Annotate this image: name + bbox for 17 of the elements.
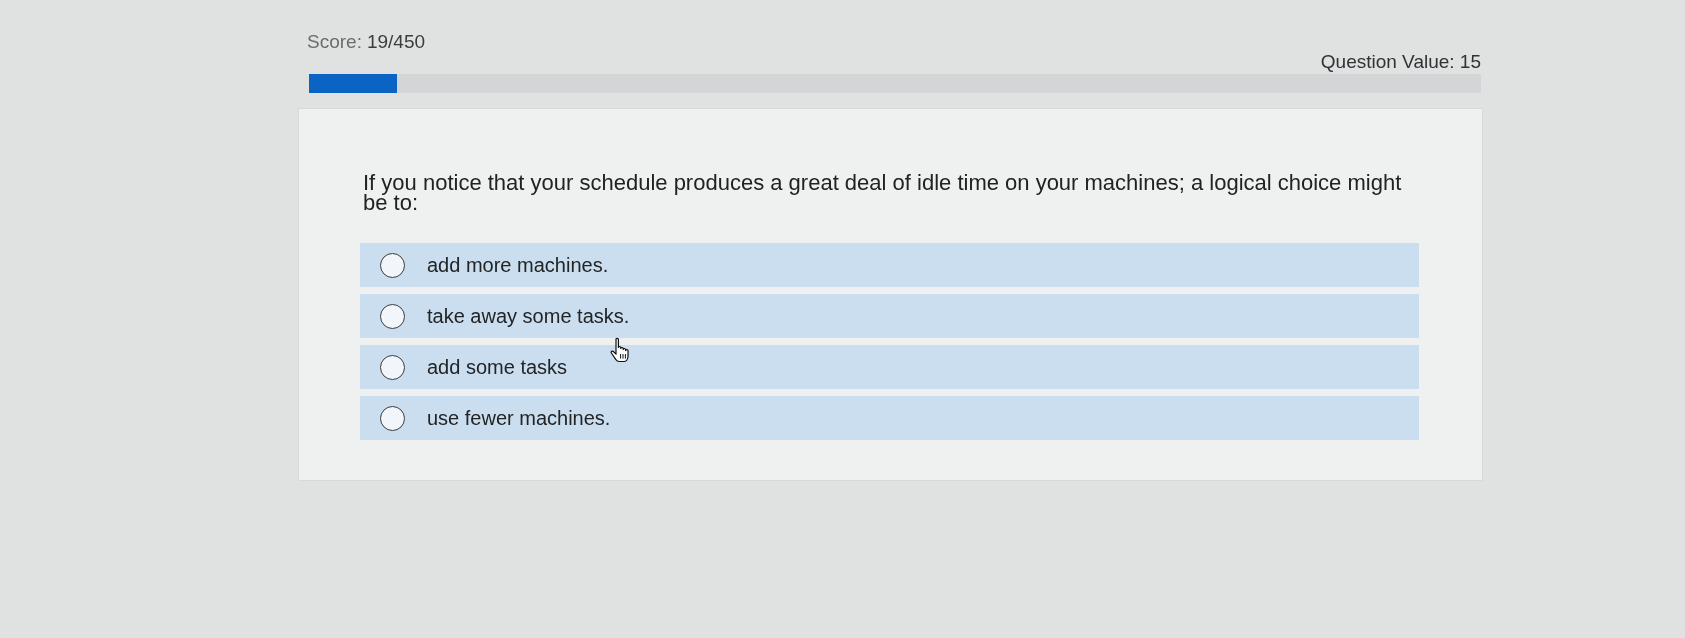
- radio-button[interactable]: [380, 405, 405, 431]
- answer-option[interactable]: add some tasks: [360, 345, 1419, 389]
- answer-option[interactable]: take away some tasks.: [360, 294, 1419, 338]
- answer-option[interactable]: use fewer machines.: [360, 396, 1419, 440]
- option-label: add some tasks: [427, 355, 568, 379]
- answer-option[interactable]: add more machines.: [360, 243, 1419, 287]
- question-value: Question Value: 15: [1320, 50, 1481, 74]
- score-value: 19/450: [366, 30, 426, 54]
- radio-button[interactable]: [380, 354, 405, 380]
- option-label: add more machines.: [427, 253, 609, 277]
- option-label: use fewer machines.: [427, 406, 611, 430]
- question-text: If you notice that your schedule produces a great deal of idle time on your machines; a logical choice might be to:: [363, 173, 1403, 213]
- score-label: Score:: [307, 30, 362, 54]
- option-label: take away some tasks.: [427, 304, 630, 328]
- radio-button[interactable]: [380, 252, 405, 278]
- hand-pointer-icon: [610, 337, 631, 363]
- radio-button[interactable]: [380, 303, 405, 329]
